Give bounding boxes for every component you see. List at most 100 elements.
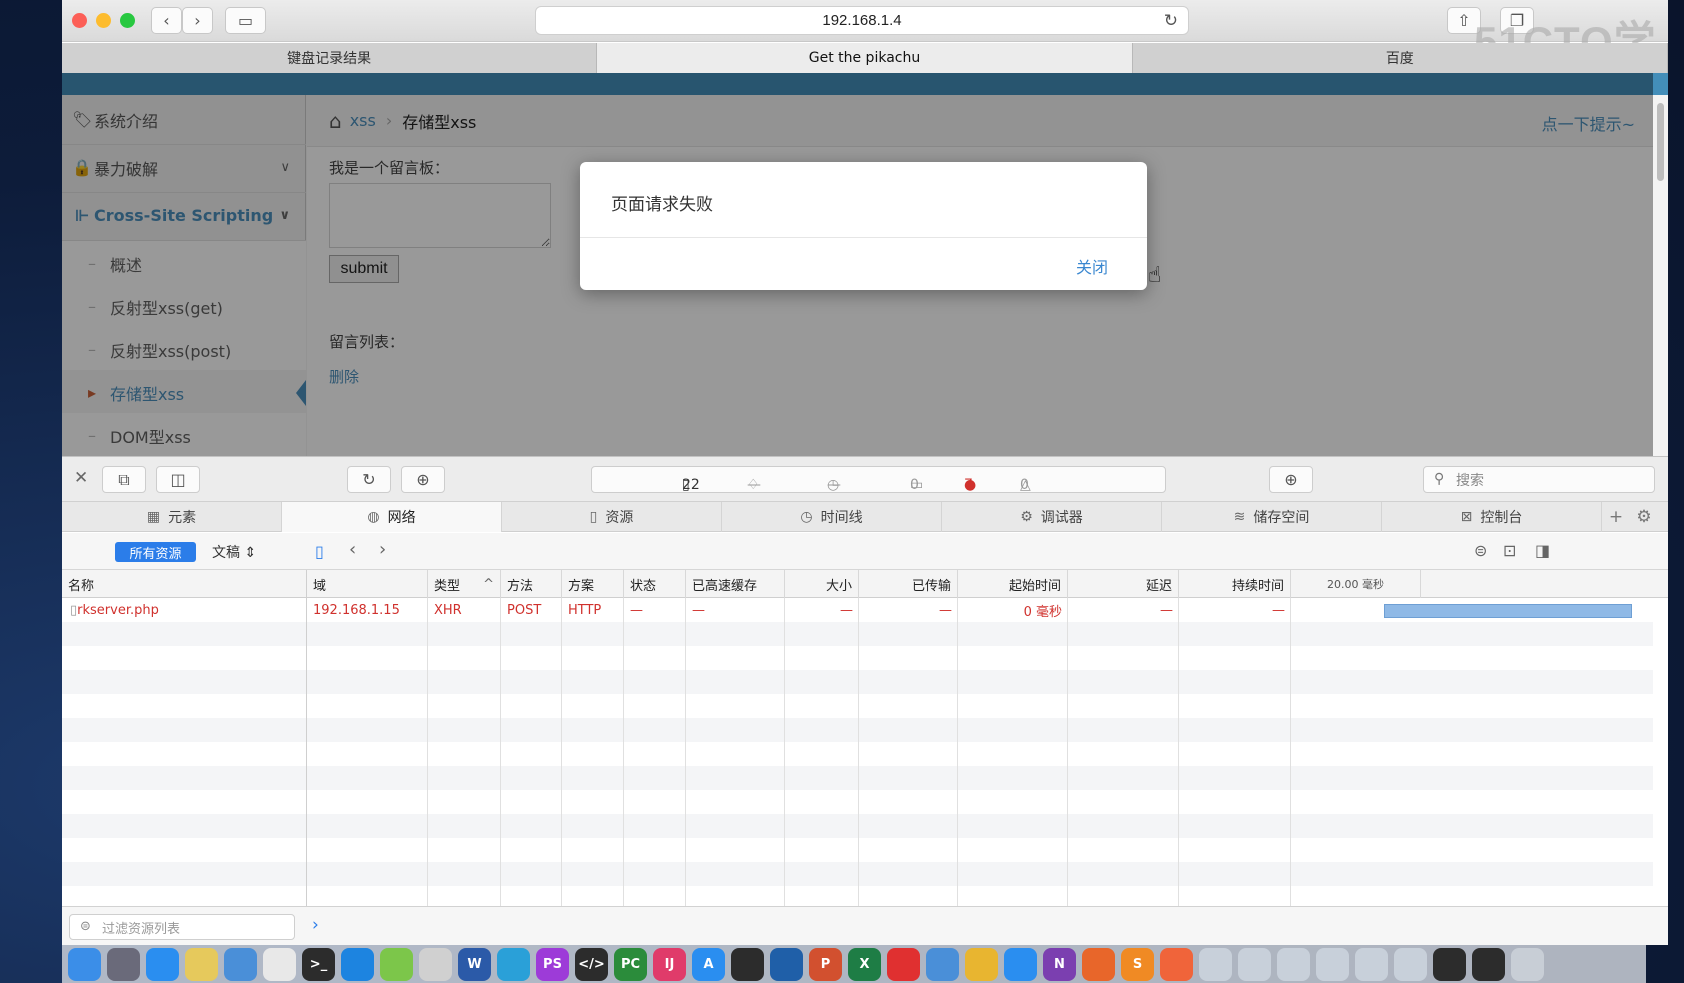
document-filter-select[interactable]: 文稿 ⇕ xyxy=(212,542,256,562)
telegram-icon[interactable] xyxy=(497,947,530,981)
tab-label: 时间线 xyxy=(820,510,863,526)
col-scheme-header[interactable]: 方案 xyxy=(562,570,624,598)
folder-icon[interactable] xyxy=(1199,947,1232,981)
preview-icon[interactable] xyxy=(263,947,296,981)
chevron-left-icon: ‹ xyxy=(163,11,170,30)
terminal-icon[interactable]: >_ xyxy=(302,947,335,981)
details-sidebar-icon[interactable]: ◨ xyxy=(1535,541,1550,560)
folder-icon[interactable] xyxy=(1316,947,1349,981)
phpstorm-icon[interactable]: PS xyxy=(536,947,569,981)
col-type-header[interactable]: 类型 ^ xyxy=(428,570,501,598)
tab-keylog[interactable]: 键盘记录结果 xyxy=(62,43,598,73)
dialog-close-button[interactable]: 关闭 xyxy=(1076,254,1108,278)
textedit-icon[interactable] xyxy=(419,947,452,981)
filter-resources-input[interactable]: ⊜ 过滤资源列表 xyxy=(69,914,295,940)
col-cached-header[interactable]: 已高速缓存 xyxy=(686,570,785,598)
appstore-icon[interactable]: A xyxy=(692,947,725,981)
pen-icon[interactable] xyxy=(926,947,959,981)
tab-baidu[interactable]: 百度 xyxy=(1133,43,1668,73)
zoom-window-button[interactable] xyxy=(120,13,135,28)
trash-icon[interactable] xyxy=(1511,947,1544,981)
minimize-window-button[interactable] xyxy=(96,13,111,28)
intellij-icon[interactable]: IJ xyxy=(653,947,686,981)
chevron-left-icon[interactable]: ‹ xyxy=(349,539,356,560)
col-waterfall-header[interactable]: 20.00 毫秒 xyxy=(1291,570,1421,598)
close-window-button[interactable] xyxy=(72,13,87,28)
notes-icon[interactable] xyxy=(185,947,218,981)
folder-icon[interactable] xyxy=(1277,947,1310,981)
col-start-header[interactable]: 起始时间 xyxy=(958,570,1068,598)
tab-storage[interactable]: ≋ 储存空间 xyxy=(1162,502,1382,532)
dock-side-icon: ◫ xyxy=(170,470,186,489)
all-resources-button[interactable]: 所有资源 xyxy=(115,542,196,562)
firefox-icon[interactable] xyxy=(1082,947,1115,981)
chevron-right-icon[interactable]: › xyxy=(379,539,386,560)
tab-debugger[interactable]: ⚙ 调试器 xyxy=(942,502,1162,532)
sublime-icon[interactable]: S xyxy=(1121,947,1154,981)
sidebar-panel-icon[interactable]: ▯ xyxy=(315,542,324,561)
folder-icon[interactable] xyxy=(1238,947,1271,981)
excel-icon[interactable]: X xyxy=(848,947,881,981)
col-status-header[interactable]: 状态 xyxy=(624,570,686,598)
inspector-search[interactable]: ⚲ 搜索 xyxy=(1423,466,1655,493)
pycharm-icon[interactable]: PC xyxy=(614,947,647,981)
sort-ascending-icon: ^ xyxy=(483,576,494,592)
tab-pikachu[interactable]: Get the pikachu xyxy=(597,43,1133,73)
reload-icon[interactable]: ↻ xyxy=(1164,11,1178,31)
word-icon[interactable]: W xyxy=(458,947,491,981)
address-bar[interactable]: 192.168.1.4 ↻ xyxy=(535,6,1189,35)
netease-icon[interactable] xyxy=(887,947,920,981)
qq-icon[interactable] xyxy=(341,947,374,981)
activity-icon[interactable] xyxy=(731,947,764,981)
console-prompt-icon[interactable]: › xyxy=(312,915,319,935)
download-archive-button[interactable]: ⊕ xyxy=(401,466,445,493)
gear-icon[interactable]: ⚙ xyxy=(1630,502,1658,532)
chrome-icon[interactable] xyxy=(965,947,998,981)
column-divider xyxy=(685,598,686,906)
column-divider xyxy=(500,598,501,906)
detach-button[interactable]: ⧉ xyxy=(102,466,146,493)
sidebar-toggle-button[interactable]: ▭ xyxy=(225,7,266,34)
folder-icon[interactable] xyxy=(1355,947,1388,981)
remote-icon[interactable] xyxy=(1004,947,1037,981)
dock: >_ W PS </> PC IJ A P X N S xyxy=(62,945,1646,983)
forward-button[interactable]: › xyxy=(182,7,213,34)
powerpoint-icon[interactable]: P xyxy=(809,947,842,981)
col-name-header[interactable]: 名称 xyxy=(62,570,307,598)
chevron-right-icon: › xyxy=(194,11,201,30)
launchpad-icon[interactable] xyxy=(107,947,140,981)
tab-timelines[interactable]: ◷ 时间线 xyxy=(722,502,942,532)
git-icon[interactable] xyxy=(1160,947,1193,981)
col-latency-header[interactable]: 延迟 xyxy=(1068,570,1179,598)
close-inspector-icon[interactable]: ✕ xyxy=(74,468,88,488)
tab-network[interactable]: ◍ 网络 xyxy=(282,502,502,532)
col-method-header[interactable]: 方法 xyxy=(501,570,562,598)
dock-side-button[interactable]: ◫ xyxy=(156,466,200,493)
preserve-log-icon[interactable]: ⊡ xyxy=(1503,541,1516,560)
col-duration-header[interactable]: 持续时间 xyxy=(1179,570,1291,598)
scrollbar-thumb[interactable] xyxy=(1657,103,1664,181)
folder-icon[interactable] xyxy=(1433,947,1466,981)
mail-icon[interactable] xyxy=(224,947,257,981)
virtualbox-icon[interactable] xyxy=(770,947,803,981)
wechat-icon[interactable] xyxy=(380,947,413,981)
col-size-header[interactable]: 大小 xyxy=(785,570,859,598)
reload-page-button[interactable]: ↻ xyxy=(347,466,391,493)
col-domain-header[interactable]: 域 xyxy=(307,570,428,598)
onenote-icon[interactable]: N xyxy=(1043,947,1076,981)
col-transferred-header[interactable]: 已传输 xyxy=(859,570,958,598)
folder-icon[interactable] xyxy=(1394,947,1427,981)
back-button[interactable]: ‹ xyxy=(151,7,182,34)
plus-icon[interactable]: + xyxy=(1602,502,1630,532)
code-icon[interactable]: </> xyxy=(575,947,608,981)
finder-icon[interactable] xyxy=(68,947,101,981)
clear-log-icon[interactable]: ⊜ xyxy=(1474,541,1487,560)
tab-resources[interactable]: ▯ 资源 xyxy=(502,502,722,532)
tab-elements[interactable]: ▦ 元素 xyxy=(62,502,282,532)
folder-icon[interactable] xyxy=(1472,947,1505,981)
col-name-cell: ▯ rkserver.php xyxy=(62,598,307,622)
tab-console[interactable]: ⊠ 控制台 xyxy=(1382,502,1602,532)
page-scrollbar[interactable] xyxy=(1653,95,1668,456)
element-picker-button[interactable]: ⊕ xyxy=(1269,466,1313,493)
safari-icon[interactable] xyxy=(146,947,179,981)
